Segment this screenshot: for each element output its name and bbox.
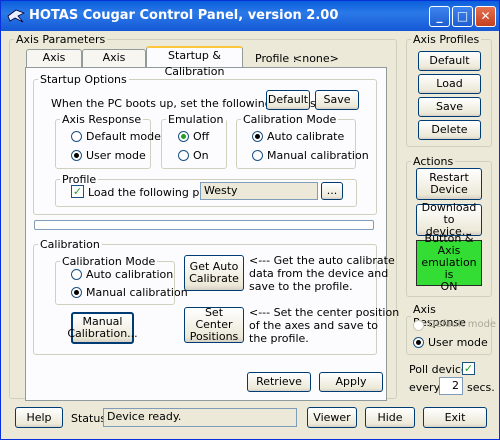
minimize-button[interactable]: _	[429, 6, 450, 27]
profile-load-button[interactable]: Load	[418, 74, 481, 94]
get-auto-desc-line: save to the profile.	[249, 280, 353, 293]
tab-startup-calibration[interactable]: Startup & Calibration	[146, 46, 243, 78]
title-bar[interactable]: HOTAS Cougar Control Panel, version 2.00…	[1, 1, 499, 31]
radio-auto-calibrate[interactable]	[252, 131, 263, 142]
maximize-button[interactable]: □	[452, 6, 473, 27]
emulation-toggle-button[interactable]: Button & Axis emulation is ON	[416, 233, 482, 293]
apply-button[interactable]: Apply	[319, 372, 383, 392]
set-center-desc-line: <--- Set the center position	[249, 306, 400, 319]
browse-profile-button[interactable]: ...	[321, 182, 343, 200]
axis-response-legend: Axis Response	[62, 113, 142, 126]
radio-startup-manual-calibration-label: Manual calibration	[267, 149, 369, 162]
set-center-desc-line: of the axes and save to	[249, 319, 379, 332]
restart-line2: Device	[430, 183, 468, 196]
maximize-icon: □	[456, 9, 469, 23]
emulation-legend: Emulation	[168, 113, 224, 126]
radio-manual-calibration[interactable]	[71, 287, 82, 298]
poll-interval-input[interactable]: 2	[439, 377, 463, 395]
calibration-progress-bar	[34, 220, 374, 230]
close-icon: ✕	[480, 9, 491, 23]
checkmark-icon: ✓	[463, 362, 474, 375]
profile-label: Profile :	[255, 52, 297, 65]
calibration-mode-legend: Calibration Mode	[62, 255, 156, 268]
poll-unit-label: secs.	[467, 381, 495, 394]
radio-default-mode-label: Default mode	[86, 130, 161, 143]
manual-calibration-button[interactable]: Manual Calibration...	[67, 312, 138, 344]
radio-emulation-on[interactable]	[178, 150, 189, 161]
set-center-desc-line: the profile.	[249, 332, 309, 345]
manual-calibration-line2: Calibration...	[67, 327, 138, 340]
checkmark-icon: ✓	[72, 185, 83, 198]
poll-device-checkbox[interactable]: ✓	[462, 362, 475, 375]
tab-axis-setup[interactable]: Axis Setup	[26, 49, 82, 80]
side-radio-user-mode[interactable]	[413, 337, 424, 348]
get-auto-desc-line: <--- Get the auto calibrate	[249, 254, 395, 267]
profile-value: <none>	[293, 52, 339, 65]
side-radio-default-mode[interactable]	[413, 320, 424, 331]
viewer-button[interactable]: Viewer	[307, 407, 357, 428]
radio-emulation-on-label: On	[193, 149, 209, 162]
exit-button[interactable]: Exit	[423, 407, 487, 428]
main-window: HOTAS Cougar Control Panel, version 2.00…	[0, 0, 500, 440]
poll-device-label: Poll device	[409, 363, 468, 376]
profile-default-button[interactable]: Default	[418, 51, 481, 71]
axis-parameters-legend: Axis Parameters	[16, 33, 106, 46]
radio-emulation-off-label: Off	[193, 130, 210, 143]
restart-device-button[interactable]: Restart Device	[416, 168, 482, 200]
emulation-line1: Button & Axis	[424, 232, 474, 257]
radio-user-mode-label: User mode	[86, 149, 146, 162]
profile-delete-button[interactable]: Delete	[418, 120, 481, 140]
get-auto-desc-line: data from the device and	[249, 267, 389, 280]
get-auto-description: <--- Get the auto calibrate data from th…	[249, 254, 395, 293]
get-auto-calibrate-button[interactable]: Get Auto Calibrate	[184, 255, 244, 291]
radio-default-mode[interactable]	[71, 131, 82, 142]
set-center-description: <--- Set the center position of the axes…	[249, 306, 399, 345]
radio-auto-calibration[interactable]	[71, 269, 82, 280]
retrieve-button[interactable]: Retrieve	[247, 372, 311, 392]
radio-startup-manual-calibration[interactable]	[252, 150, 263, 161]
radio-auto-calibrate-label: Auto calibrate	[267, 130, 345, 143]
help-button[interactable]: Help	[15, 407, 63, 428]
set-center-line2: Positions	[189, 330, 239, 343]
window-title: HOTAS Cougar Control Panel, version 2.00	[29, 8, 339, 23]
calibration-legend: Calibration	[40, 238, 100, 251]
actions-legend: Actions	[413, 155, 454, 168]
startup-save-button[interactable]: Save	[315, 90, 359, 110]
startup-default-button[interactable]: Default	[266, 90, 310, 110]
side-radio-default-mode-label: Default mode	[428, 319, 497, 330]
radio-manual-calibration-label: Manual calibration	[86, 286, 188, 299]
emulation-line2: emulation is	[421, 256, 477, 281]
profile-save-button[interactable]: Save	[418, 97, 481, 117]
get-auto-calibrate-line2: Calibrate	[189, 272, 239, 285]
startup-calibration-mode-legend: Calibration Mode	[243, 113, 337, 126]
side-radio-user-mode-label: User mode	[428, 336, 488, 349]
radio-user-mode[interactable]	[71, 150, 82, 161]
profile-name-field[interactable]: Westy	[200, 182, 318, 200]
app-icon	[7, 9, 25, 23]
set-center-positions-button[interactable]: Set Center Positions	[184, 307, 244, 343]
close-button[interactable]: ✕	[475, 6, 496, 27]
radio-emulation-off[interactable]	[178, 131, 189, 142]
radio-auto-calibration-label: Auto calibration	[86, 268, 174, 281]
poll-every-label: every	[409, 381, 441, 394]
emulation-line3: ON	[440, 280, 458, 293]
startup-options-legend: Startup Options	[40, 73, 127, 86]
minimize-icon: _	[436, 9, 443, 23]
tab-axis-shaping[interactable]: Axis Shaping	[82, 49, 146, 80]
axis-profiles-legend: Axis Profiles	[413, 33, 480, 46]
load-profile-checkbox[interactable]: ✓	[71, 185, 84, 198]
set-center-line1: Set Center	[195, 306, 233, 331]
hide-button[interactable]: Hide	[365, 407, 415, 428]
status-field: Device ready.	[103, 408, 297, 427]
